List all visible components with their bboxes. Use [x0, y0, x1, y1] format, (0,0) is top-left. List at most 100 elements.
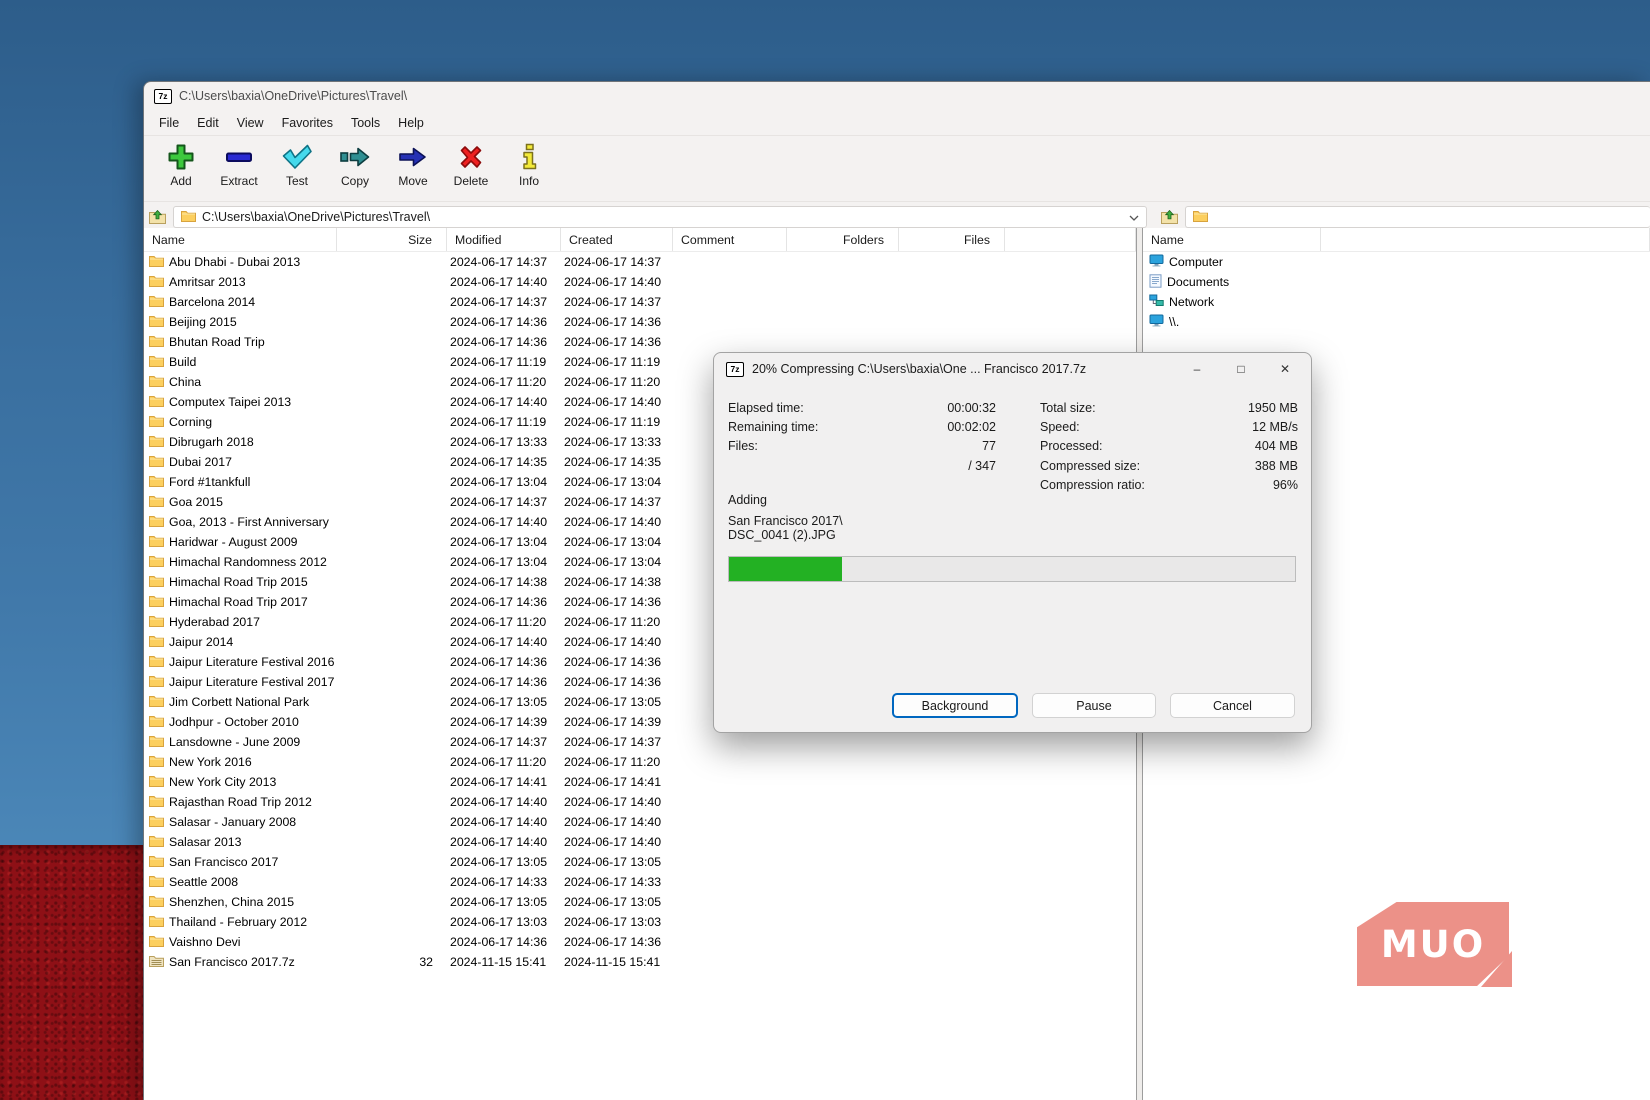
minimize-icon[interactable]: –	[1175, 355, 1219, 383]
maximize-icon[interactable]: □	[1219, 355, 1263, 383]
nav-item[interactable]: \\.	[1143, 312, 1650, 332]
file-created-cell: 2024-06-17 14:40	[561, 395, 673, 409]
file-name-cell: Corning	[144, 415, 337, 430]
file-name-cell: Seattle 2008	[144, 875, 337, 890]
menu-item-tools[interactable]: Tools	[342, 113, 389, 133]
toolbar-button-label: Test	[286, 174, 308, 188]
file-modified-cell: 2024-06-17 14:40	[447, 515, 561, 529]
file-created-cell: 2024-11-15 15:41	[561, 955, 673, 969]
file-row[interactable]: Amritsar 20132024-06-17 14:402024-06-17 …	[144, 272, 1136, 292]
column-header-name[interactable]: Name	[144, 228, 337, 251]
nav-item[interactable]: Documents	[1143, 272, 1650, 292]
toolbar-button-delete[interactable]: Delete	[442, 139, 500, 188]
file-row[interactable]: Abu Dhabi - Dubai 20132024-06-17 14:3720…	[144, 252, 1136, 272]
nav-item[interactable]: Network	[1143, 292, 1650, 312]
address-input-right[interactable]	[1185, 206, 1650, 228]
column-header-files[interactable]: Files	[899, 228, 1005, 251]
nav-item[interactable]: Computer	[1143, 252, 1650, 272]
stat-value: 1950 MB	[1248, 399, 1298, 418]
file-name-label: Shenzhen, China 2015	[169, 895, 294, 909]
column-header-modified[interactable]: Modified	[447, 228, 561, 251]
file-row[interactable]: Beijing 20152024-06-17 14:362024-06-17 1…	[144, 312, 1136, 332]
folder-icon	[149, 835, 164, 850]
progress-bar	[728, 556, 1296, 582]
toolbar-button-add[interactable]: Add	[152, 139, 210, 188]
file-name-label: Himachal Road Trip 2017	[169, 595, 308, 609]
column-header-comment[interactable]: Comment	[673, 228, 787, 251]
file-created-cell: 2024-06-17 13:04	[561, 555, 673, 569]
menu-item-help[interactable]: Help	[389, 113, 433, 133]
toolbar-button-move[interactable]: Move	[384, 139, 442, 188]
file-row[interactable]: Lansdowne - June 20092024-06-17 14:37202…	[144, 732, 1136, 752]
file-name-cell: Goa 2015	[144, 495, 337, 510]
title-bar[interactable]: 7z C:\Users\baxia\OneDrive\Pictures\Trav…	[144, 82, 1650, 110]
menu-item-view[interactable]: View	[228, 113, 273, 133]
file-row[interactable]: Salasar 20132024-06-17 14:402024-06-17 1…	[144, 832, 1136, 852]
file-created-cell: 2024-06-17 14:36	[561, 335, 673, 349]
file-created-cell: 2024-06-17 11:20	[561, 375, 673, 389]
file-row[interactable]: Barcelona 20142024-06-17 14:372024-06-17…	[144, 292, 1136, 312]
file-row[interactable]: New York City 20132024-06-17 14:412024-0…	[144, 772, 1136, 792]
file-row[interactable]: Thailand - February 2012 2024-06-17 13:03…	[144, 912, 1136, 932]
file-name-cell: Salasar - January 2008	[144, 815, 337, 830]
file-created-cell: 2024-06-17 14:40	[561, 795, 673, 809]
parent-folder-button-right[interactable]	[1156, 205, 1182, 229]
file-row[interactable]: New York 20162024-06-17 11:202024-06-17 …	[144, 752, 1136, 772]
file-created-cell: 2024-06-17 11:19	[561, 415, 673, 429]
file-name-label: Abu Dhabi - Dubai 2013	[169, 255, 300, 269]
column-header-size[interactable]: Size	[337, 228, 447, 251]
cancel-button[interactable]: Cancel	[1170, 693, 1295, 718]
file-name-cell: Himachal Road Trip 2015	[144, 575, 337, 590]
file-created-cell: 2024-06-17 13:33	[561, 435, 673, 449]
file-row[interactable]: Vaishno Devi2024-06-17 14:362024-06-17 1…	[144, 932, 1136, 952]
column-header-filler-right	[1321, 228, 1650, 251]
file-name-cell: Goa, 2013 - First Anniversary	[144, 515, 337, 530]
pause-button[interactable]: Pause	[1032, 693, 1156, 718]
file-row[interactable]: Bhutan Road Trip2024-06-17 14:362024-06-…	[144, 332, 1136, 352]
background-button[interactable]: Background	[892, 693, 1018, 718]
file-name-cell: Bhutan Road Trip	[144, 335, 337, 350]
file-created-cell: 2024-06-17 13:03	[561, 915, 673, 929]
muo-watermark: MUO	[1357, 902, 1509, 986]
menu-item-edit[interactable]: Edit	[188, 113, 228, 133]
toolbar-button-info[interactable]: Info	[500, 139, 558, 188]
stat-value: 388 MB	[1255, 457, 1298, 476]
file-row[interactable]: Shenzhen, China 20152024-06-17 13:052024…	[144, 892, 1136, 912]
file-row[interactable]: San Francisco 20172024-06-17 13:052024-0…	[144, 852, 1136, 872]
nav-item-label: Documents	[1167, 275, 1229, 289]
file-row[interactable]: Salasar - January 20082024-06-17 14:4020…	[144, 812, 1136, 832]
parent-folder-button[interactable]	[144, 205, 170, 229]
stat-row-left: Files:77	[728, 437, 996, 456]
stat-row-right: Processed:404 MB	[1040, 437, 1298, 456]
menu-item-favorites[interactable]: Favorites	[273, 113, 342, 133]
file-modified-cell: 2024-06-17 14:37	[447, 735, 561, 749]
close-icon[interactable]: ✕	[1263, 355, 1307, 383]
column-header-filler	[1005, 228, 1136, 251]
file-name-cell: Thailand - February 2012	[144, 915, 337, 930]
muo-watermark-text: MUO	[1381, 923, 1485, 966]
toolbar-button-extract[interactable]: Extract	[210, 139, 268, 188]
file-name-label: Thailand - February 2012	[169, 915, 307, 929]
folder-icon	[1193, 210, 1208, 225]
folder-icon	[149, 255, 164, 270]
toolbar-button-test[interactable]: Test	[268, 139, 326, 188]
file-name-cell: Haridwar - August 2009	[144, 535, 337, 550]
folder-icon	[149, 675, 164, 690]
file-row[interactable]: Seattle 20082024-06-17 14:332024-06-17 1…	[144, 872, 1136, 892]
stats-right-column: Total size:1950 MBSpeed:12 MB/sProcessed…	[1040, 399, 1298, 495]
toolbar-button-label: Add	[170, 174, 191, 188]
column-header-folders[interactable]: Folders	[787, 228, 899, 251]
file-created-cell: 2024-06-17 14:33	[561, 875, 673, 889]
column-header-created[interactable]: Created	[561, 228, 673, 251]
column-header-name-right[interactable]: Name	[1143, 228, 1321, 251]
chevron-down-icon[interactable]	[1129, 210, 1139, 224]
file-modified-cell: 2024-06-17 14:40	[447, 275, 561, 289]
file-row[interactable]: Rajasthan Road Trip 20122024-06-17 14:40…	[144, 792, 1136, 812]
toolbar-button-copy[interactable]: Copy	[326, 139, 384, 188]
folder-icon	[149, 575, 164, 590]
stat-label: Processed:	[1040, 437, 1103, 456]
file-row[interactable]: San Francisco 2017.7z322024-11-15 15:412…	[144, 952, 1136, 972]
menu-item-file[interactable]: File	[150, 113, 188, 133]
file-modified-cell: 2024-06-17 14:38	[447, 575, 561, 589]
address-input[interactable]: C:\Users\baxia\OneDrive\Pictures\Travel\	[173, 206, 1147, 228]
